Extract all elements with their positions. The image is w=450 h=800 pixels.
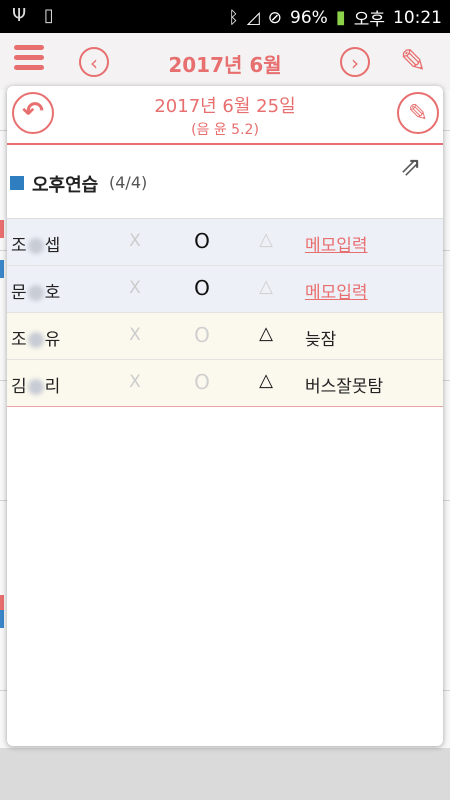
group-color-square (10, 176, 24, 190)
late-option[interactable]: △ (255, 323, 277, 344)
usb-icon: Ψ (12, 5, 27, 26)
pencil-icon[interactable]: ✎ (400, 42, 427, 80)
attendance-row[interactable]: 문호 X O △ 메모입력 (7, 266, 443, 313)
member-name: 조셉 (11, 236, 61, 256)
header-divider (7, 143, 443, 145)
memo-input-link[interactable]: 메모입력 (305, 278, 368, 303)
edit-icon[interactable]: ✎ (397, 92, 439, 134)
late-option[interactable]: △ (255, 229, 277, 250)
dialog-date: 2017년 6월 25일 (154, 96, 296, 117)
chevron-right-icon[interactable]: › (340, 47, 370, 77)
chevron-left-icon[interactable]: ‹ (79, 47, 109, 77)
absent-option[interactable]: X (127, 325, 143, 345)
blurred-char (27, 379, 44, 395)
absent-option[interactable]: X (127, 278, 143, 298)
share-icon[interactable]: ⇗ (400, 152, 422, 182)
mute-icon: ◿ (246, 7, 260, 28)
status-right: ᛒ ◿ ⊘ 96% ▮ 오후 10:21 (228, 5, 442, 30)
day-detail-dialog: ↶ 2017년 6월 25일 (음 윤 5.2) ✎ ⇗ 오후연습 (4/4) … (7, 86, 443, 746)
blurred-char (27, 332, 44, 348)
bluetooth-icon: ᛒ (228, 7, 239, 28)
download-icon: ▯ (43, 5, 54, 26)
group-name: 오후연습 (32, 175, 99, 196)
blurred-char (27, 238, 44, 254)
attendance-row[interactable]: 조셉 X O △ 메모입력 (7, 219, 443, 266)
memo-input-link[interactable]: 메모입력 (305, 231, 368, 256)
present-option[interactable]: O (191, 323, 213, 347)
absent-option[interactable]: X (127, 372, 143, 392)
attendance-list: 조셉 X O △ 메모입력 문호 X O △ 메모입력 조유 X O △ 늦잠 … (7, 218, 443, 407)
blurred-char (27, 285, 44, 301)
member-name: 문호 (11, 283, 61, 303)
calendar-event-mark (0, 220, 4, 238)
late-option[interactable]: △ (255, 276, 277, 297)
menu-icon[interactable] (14, 45, 44, 75)
attendance-row[interactable]: 조유 X O △ 늦잠 (7, 313, 443, 360)
late-option[interactable]: △ (255, 370, 277, 391)
no-sign-icon: ⊘ (267, 7, 283, 28)
battery-percent: 96% (290, 7, 328, 28)
memo-text[interactable]: 버스잘못탐 (305, 372, 383, 397)
bottom-area (0, 748, 450, 800)
attendance-row[interactable]: 김리 X O △ 버스잘못탐 (7, 360, 443, 407)
app-bar: ‹ 2017년 6월 › ✎ (0, 33, 450, 90)
present-option[interactable]: O (191, 370, 213, 394)
month-title: 2017년 6월 (168, 53, 282, 77)
absent-option[interactable]: X (127, 231, 143, 251)
status-bar: Ψ ▯ ᛒ ◿ ⊘ 96% ▮ 오후 10:21 (0, 0, 450, 33)
battery-icon: ▮ (335, 7, 346, 28)
undo-icon[interactable]: ↶ (12, 92, 54, 134)
memo-text[interactable]: 늦잠 (305, 325, 336, 350)
member-name: 김리 (11, 377, 61, 397)
present-option[interactable]: O (191, 229, 213, 253)
member-name: 조유 (11, 330, 61, 350)
ampm: 오후 (353, 10, 385, 30)
present-option[interactable]: O (191, 276, 213, 300)
clock: 10:21 (393, 7, 442, 28)
status-left: Ψ ▯ (12, 5, 66, 26)
calendar-event-mark (0, 610, 4, 628)
group-count: (4/4) (109, 173, 148, 192)
calendar-event-mark (0, 260, 4, 278)
lunar-date: (음 윤 5.2) (191, 122, 259, 138)
